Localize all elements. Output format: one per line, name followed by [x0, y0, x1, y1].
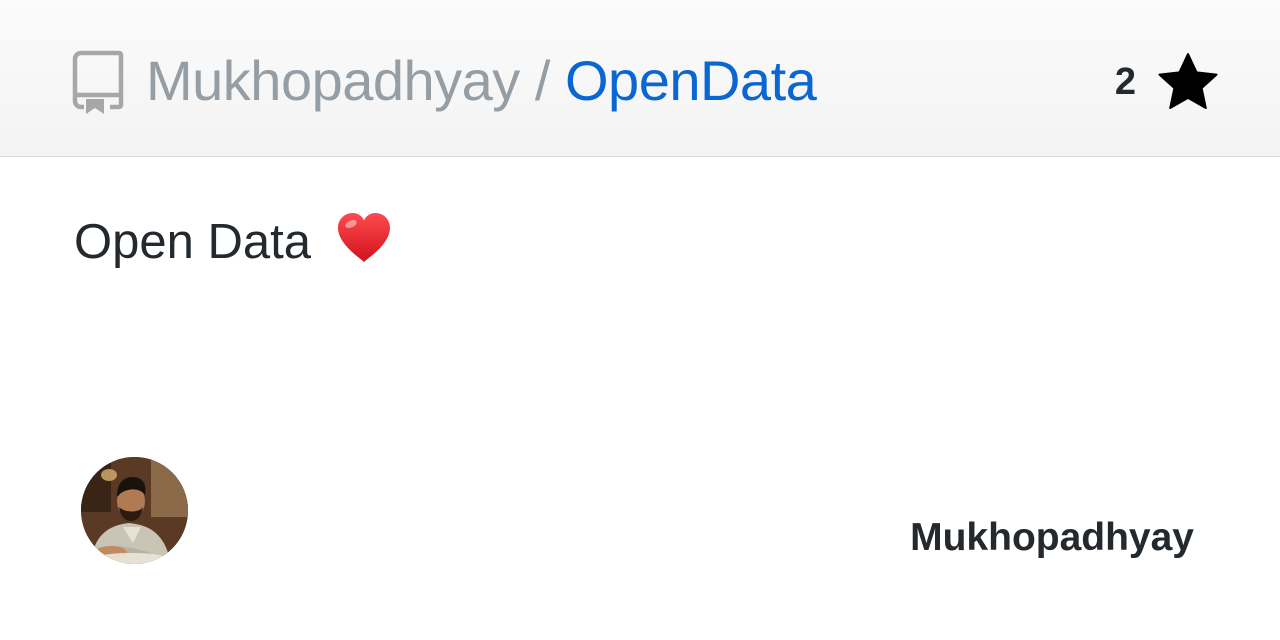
- repo-icon: [72, 50, 124, 114]
- repo-description: Open Data: [74, 212, 393, 272]
- card-header: Mukhopadhyay / OpenData 2: [0, 0, 1280, 157]
- star-counter[interactable]: 2: [1115, 52, 1218, 112]
- repo-owner-link[interactable]: Mukhopadhyay: [146, 49, 520, 112]
- repo-description-text: Open Data: [74, 215, 311, 269]
- star-count: 2: [1114, 60, 1136, 103]
- repo-title: Mukhopadhyay / OpenData: [146, 46, 817, 116]
- red-heart-emoji: [337, 213, 390, 262]
- repo-social-card: Mukhopadhyay / OpenData 2 Open Data Mukh…: [0, 0, 1280, 640]
- star-icon: [1158, 53, 1218, 109]
- author-name[interactable]: Mukhopadhyay: [910, 516, 1194, 560]
- avatar[interactable]: [81, 457, 188, 564]
- avatar-photo: [81, 457, 188, 564]
- repo-path-separator: /: [519, 49, 565, 112]
- repo-name-link[interactable]: OpenData: [565, 49, 817, 112]
